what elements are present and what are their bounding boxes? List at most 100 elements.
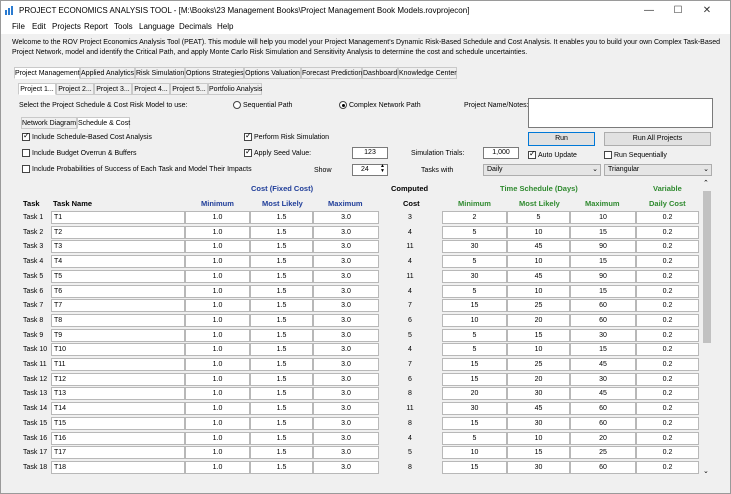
cost-minimum-field[interactable]: 1.0 — [185, 387, 250, 401]
stepper-arrows-icon[interactable]: ▲ ▼ — [380, 164, 385, 174]
cost-maximum-field[interactable]: 3.0 — [313, 313, 379, 327]
cost-minimum-field[interactable]: 1.0 — [185, 240, 250, 254]
daily-cost-field[interactable]: 0.2 — [636, 460, 699, 474]
time-maximum-field[interactable]: 15 — [570, 255, 636, 269]
task-name-field[interactable]: T13 — [51, 387, 185, 401]
time-minimum-field[interactable]: 10 — [442, 446, 507, 460]
project-notes-field[interactable] — [528, 98, 713, 128]
time-minimum-field[interactable]: 5 — [442, 343, 507, 357]
menu-report[interactable]: Report — [84, 22, 108, 31]
time-maximum-field[interactable]: 15 — [570, 225, 636, 239]
cost-maximum-field[interactable]: 3.0 — [313, 255, 379, 269]
cost-most-likely-field[interactable]: 1.5 — [250, 387, 313, 401]
cost-most-likely-field[interactable]: 1.5 — [250, 343, 313, 357]
time-most-likely-field[interactable]: 25 — [507, 358, 570, 371]
maximize-icon[interactable]: ☐ — [665, 3, 691, 18]
task-name-field[interactable]: T18 — [51, 460, 185, 474]
menu-decimals[interactable]: Decimals — [179, 22, 212, 31]
cost-maximum-field[interactable]: 3.0 — [313, 343, 379, 357]
time-maximum-field[interactable]: 20 — [570, 431, 636, 445]
seed-checkbox[interactable] — [244, 147, 252, 157]
menu-tools[interactable]: Tools — [114, 22, 133, 31]
task-name-field[interactable]: T4 — [51, 255, 185, 269]
daily-cost-field[interactable]: 0.2 — [636, 255, 699, 269]
daily-cost-field[interactable]: 0.2 — [636, 269, 699, 283]
cost-minimum-field[interactable]: 1.0 — [185, 460, 250, 474]
time-minimum-field[interactable]: 15 — [442, 299, 507, 313]
scroll-thumb[interactable] — [703, 191, 711, 343]
tab-project-management[interactable]: Project Management — [14, 67, 80, 79]
cost-most-likely-field[interactable]: 1.5 — [250, 240, 313, 254]
risk-simulation-checkbox[interactable] — [244, 131, 252, 141]
cost-most-likely-field[interactable]: 1.5 — [250, 225, 313, 239]
task-name-field[interactable]: T9 — [51, 328, 185, 342]
distribution-select[interactable]: Triangular ⌄ — [604, 164, 712, 176]
time-minimum-field[interactable]: 30 — [442, 269, 507, 283]
task-name-field[interactable]: T14 — [51, 402, 185, 416]
daily-cost-field[interactable]: 0.2 — [636, 211, 699, 224]
tab-schedule-cost[interactable]: Schedule & Cost — [77, 117, 130, 129]
time-maximum-field[interactable]: 25 — [570, 446, 636, 460]
tab-forecast-prediction[interactable]: Forecast Prediction — [301, 67, 362, 79]
cost-maximum-field[interactable]: 3.0 — [313, 269, 379, 283]
cost-most-likely-field[interactable]: 1.5 — [250, 431, 313, 445]
time-maximum-field[interactable]: 60 — [570, 416, 636, 430]
time-minimum-field[interactable]: 15 — [442, 416, 507, 430]
time-minimum-field[interactable]: 15 — [442, 358, 507, 371]
tab-options-valuation[interactable]: Options Valuation — [244, 67, 301, 79]
time-most-likely-field[interactable]: 30 — [507, 460, 570, 474]
tab-knowledge-center[interactable]: Knowledge Center — [398, 67, 457, 79]
cost-minimum-field[interactable]: 1.0 — [185, 372, 250, 386]
cost-minimum-field[interactable]: 1.0 — [185, 358, 250, 371]
scroll-up-icon[interactable]: ⌃ — [703, 179, 709, 187]
cost-maximum-field[interactable]: 3.0 — [313, 416, 379, 430]
task-name-field[interactable]: T3 — [51, 240, 185, 254]
tab-dashboard[interactable]: Dashboard — [362, 67, 398, 79]
menu-edit[interactable]: Edit — [32, 22, 46, 31]
cost-most-likely-field[interactable]: 1.5 — [250, 402, 313, 416]
tab-applied-analytics[interactable]: Applied Analytics — [80, 67, 135, 79]
time-most-likely-field[interactable]: 10 — [507, 431, 570, 445]
time-most-likely-field[interactable]: 10 — [507, 284, 570, 298]
sim-trials-input[interactable]: 1,000 — [483, 147, 519, 159]
daily-cost-field[interactable]: 0.2 — [636, 358, 699, 371]
menu-help[interactable]: Help — [217, 22, 233, 31]
cost-most-likely-field[interactable]: 1.5 — [250, 460, 313, 474]
time-maximum-field[interactable]: 10 — [570, 211, 636, 224]
time-maximum-field[interactable]: 30 — [570, 372, 636, 386]
scroll-down-icon[interactable]: ⌄ — [703, 467, 709, 475]
daily-cost-field[interactable]: 0.2 — [636, 343, 699, 357]
time-most-likely-field[interactable]: 45 — [507, 269, 570, 283]
time-most-likely-field[interactable]: 10 — [507, 255, 570, 269]
time-maximum-field[interactable]: 60 — [570, 299, 636, 313]
vertical-scrollbar[interactable]: ⌃ ⌄ — [702, 179, 712, 479]
time-minimum-field[interactable]: 15 — [442, 460, 507, 474]
time-maximum-field[interactable]: 60 — [570, 402, 636, 416]
task-name-field[interactable]: T16 — [51, 431, 185, 445]
task-name-field[interactable]: T2 — [51, 225, 185, 239]
cost-most-likely-field[interactable]: 1.5 — [250, 446, 313, 460]
tab-project-1[interactable]: Project 1... — [18, 83, 56, 95]
cost-minimum-field[interactable]: 1.0 — [185, 328, 250, 342]
cost-minimum-field[interactable]: 1.0 — [185, 269, 250, 283]
radio-complex-network-path[interactable] — [339, 101, 347, 109]
time-maximum-field[interactable]: 90 — [570, 240, 636, 254]
tab-risk-simulation[interactable]: Risk Simulation — [135, 67, 185, 79]
cost-maximum-field[interactable]: 3.0 — [313, 328, 379, 342]
daily-cost-field[interactable]: 0.2 — [636, 387, 699, 401]
cost-most-likely-field[interactable]: 1.5 — [250, 313, 313, 327]
time-most-likely-field[interactable]: 10 — [507, 343, 570, 357]
run-button[interactable]: Run — [528, 132, 595, 146]
cost-most-likely-field[interactable]: 1.5 — [250, 328, 313, 342]
task-name-field[interactable]: T5 — [51, 269, 185, 283]
time-most-likely-field[interactable]: 10 — [507, 225, 570, 239]
cost-minimum-field[interactable]: 1.0 — [185, 255, 250, 269]
task-name-field[interactable]: T10 — [51, 343, 185, 357]
task-name-field[interactable]: T6 — [51, 284, 185, 298]
time-most-likely-field[interactable]: 20 — [507, 372, 570, 386]
task-name-field[interactable]: T8 — [51, 313, 185, 327]
tab-project-3[interactable]: Project 3... — [94, 83, 132, 95]
cost-minimum-field[interactable]: 1.0 — [185, 225, 250, 239]
time-maximum-field[interactable]: 45 — [570, 358, 636, 371]
time-most-likely-field[interactable]: 5 — [507, 211, 570, 224]
